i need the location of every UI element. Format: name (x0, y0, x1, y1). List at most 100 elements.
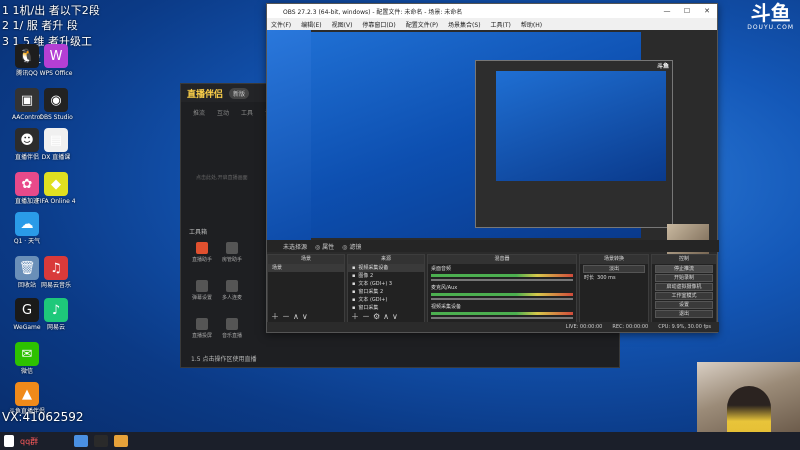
source-label: 文本 (GDI+) 3 (358, 281, 393, 287)
volume-meter (431, 293, 573, 296)
control-button[interactable]: 开始录制 (655, 274, 713, 282)
shortcut-label: OBS Studio (39, 114, 73, 121)
douyu-watermark: 斗鱼 DOUYU.COM (747, 2, 794, 31)
tool-icon (226, 318, 238, 330)
volume-slider[interactable] (431, 279, 573, 281)
wechat-icon: ✉ (15, 342, 39, 366)
obs-menubar: 文件(F) 编辑(E) 视图(V) 停靠窗口(D) 配置文件(P) 场景集合(S) 工具(T… (267, 18, 717, 30)
duration-label: 时长 (584, 275, 595, 281)
control-button[interactable]: 设置 (655, 301, 713, 309)
scene-item[interactable]: 场景 (268, 264, 344, 272)
netease-shortcut[interactable]: ♫ 网易云音乐 (34, 256, 78, 289)
filters-button[interactable]: ◎ 滤镜 (342, 242, 361, 251)
menu-item[interactable]: 停靠窗口(D) (362, 20, 395, 29)
obs-title: OBS 27.2.3 (64-bit, windows) - 配置文件: 未命名… (283, 8, 463, 16)
source-item[interactable]: ▪ 文本 (GDI+) (348, 296, 424, 304)
volume-slider[interactable] (431, 298, 573, 300)
tool-item[interactable]: 直播投屏 (189, 318, 215, 339)
menu-item[interactable]: 场景集合(S) (448, 20, 481, 29)
control-button[interactable]: 工作室模式 (655, 292, 713, 300)
source-label: 窗口采集 2 (358, 289, 384, 295)
obs-shortcut[interactable]: ◉ OBS Studio (34, 88, 78, 121)
tool-label: 弹幕设置 (191, 295, 212, 301)
live-status: LIVE: 00:00:00 (565, 324, 603, 330)
tab-tools[interactable]: 工具 (241, 108, 253, 117)
source-item[interactable]: ▪ 图像 2 (348, 272, 424, 280)
taskbar-app-icon[interactable] (94, 435, 109, 447)
shortcut-label: DX 直播课 (41, 154, 71, 161)
fifa-shortcut[interactable]: ◆ FIFA Online 4 (34, 172, 78, 205)
tool-item[interactable]: 音乐直播 (219, 318, 245, 339)
shortcut-label: Q1 · 天气 (13, 238, 41, 245)
douyu-app-icon: ▲ (15, 382, 39, 406)
taskbar-app-icon[interactable] (74, 435, 89, 447)
taskbar: qq群 (0, 432, 800, 450)
shortcut-label: 网易云 (46, 324, 65, 331)
overlay-line-1: 1 1机/出 者以下2段 (2, 4, 100, 17)
mixer-channel: 麦克风/Aux (428, 283, 576, 300)
music-shortcut[interactable]: ♪ 网易云 (34, 298, 78, 331)
sources-dock: 来源 ▪ 视频采集设备 ▪ 图像 2 ▪ 文本 (GDI+) 3 ▪ 窗口采集 2 ▪ 文本 (G… (347, 254, 425, 324)
volume-slider[interactable] (431, 317, 573, 319)
controls-list: 停止推流 开始录制 启动虚拟摄像机 工作室模式 设置 退出 (652, 265, 716, 318)
live-assistant-logo: 直播伴侣 (187, 89, 224, 100)
tool-icon (196, 242, 208, 254)
maximize-button[interactable]: ☐ (677, 4, 697, 18)
source-item[interactable]: ▪ 视频采集设备 (348, 264, 424, 272)
obs-titlebar: OBS 27.2.3 (64-bit, windows) - 配置文件: 未命名… (267, 4, 717, 18)
control-button[interactable]: 退出 (655, 310, 713, 318)
controls-dock: 控制 停止推流 开始录制 启动虚拟摄像机 工作室模式 设置 退出 (651, 254, 717, 324)
scenes-toolbar[interactable]: ＋－∧∨ (271, 311, 311, 322)
source-label: 图像 2 (358, 273, 374, 279)
menu-item[interactable]: 工具(T) (491, 20, 511, 29)
start-button[interactable] (4, 435, 14, 447)
toolbox-label: 工具箱 (189, 229, 208, 236)
close-button[interactable]: ✕ (697, 4, 717, 18)
douyu-logo-cn: 斗鱼 (750, 1, 791, 25)
wps-shortcut[interactable]: W WPS Office (34, 44, 78, 77)
douyu-logo-en: DOUYU.COM (747, 24, 794, 31)
source-type-icon: ▪ (352, 297, 356, 303)
source-type-icon: ▪ (352, 265, 356, 271)
source-item[interactable]: ▪ 窗口采集 2 (348, 288, 424, 296)
tool-item[interactable]: 直播助手 (189, 242, 215, 263)
tool-item[interactable]: 多人连麦 (219, 280, 245, 301)
minimize-button[interactable]: — (657, 4, 677, 18)
duration-value[interactable]: 300 ms (597, 274, 616, 282)
tool-item[interactable]: 弹幕设置 (189, 280, 215, 301)
weather-shortcut[interactable]: ☁ Q1 · 天气 (5, 212, 49, 245)
source-label: 视频采集设备 (358, 265, 389, 271)
tab-stream[interactable]: 推流 (193, 108, 205, 117)
source-type-icon: ▪ (352, 273, 356, 279)
mixer-channel: 桌面音频 (428, 264, 576, 281)
obs-preview[interactable]: 斗鱼 (311, 32, 709, 264)
properties-button[interactable]: ◎ 属性 (315, 242, 334, 251)
sources-title: 来源 (348, 255, 424, 264)
menu-item[interactable]: 配置文件(P) (406, 20, 438, 29)
tool-icon (226, 242, 238, 254)
menu-item[interactable]: 文件(F) (271, 20, 291, 29)
volume-meter (431, 274, 573, 277)
menu-item[interactable]: 编辑(E) (301, 20, 321, 29)
tool-label: 房管助手 (221, 257, 242, 263)
fifa-icon: ◆ (44, 172, 68, 196)
tool-item[interactable]: 房管助手 (219, 242, 245, 263)
doc-icon: ▤ (44, 128, 68, 152)
window-controls: — ☐ ✕ (657, 4, 717, 18)
music-icon: ♪ (44, 298, 68, 322)
source-item[interactable]: ▪ 文本 (GDI+) 3 (348, 280, 424, 288)
mixer-channel: 视频采集设备 (428, 302, 576, 319)
sources-toolbar[interactable]: ＋－⚙∧∨ (351, 311, 401, 322)
doc-shortcut[interactable]: ▤ DX 直播课 (34, 128, 78, 161)
nested-capture: 斗鱼 (475, 60, 673, 228)
control-button[interactable]: 停止推流 (655, 265, 713, 273)
weather-icon: ☁ (15, 212, 39, 236)
tab-interact[interactable]: 互动 (217, 108, 229, 117)
obs-window[interactable]: OBS 27.2.3 (64-bit, windows) - 配置文件: 未命名… (266, 3, 719, 333)
wechat-shortcut[interactable]: ✉ 微信 (5, 342, 49, 375)
control-button[interactable]: 启动虚拟摄像机 (655, 283, 713, 291)
menu-item[interactable]: 视图(V) (332, 20, 353, 29)
transition-select[interactable]: 淡出 (583, 265, 645, 273)
taskbar-app-icon[interactable] (114, 435, 129, 447)
menu-item[interactable]: 帮助(H) (521, 20, 542, 29)
